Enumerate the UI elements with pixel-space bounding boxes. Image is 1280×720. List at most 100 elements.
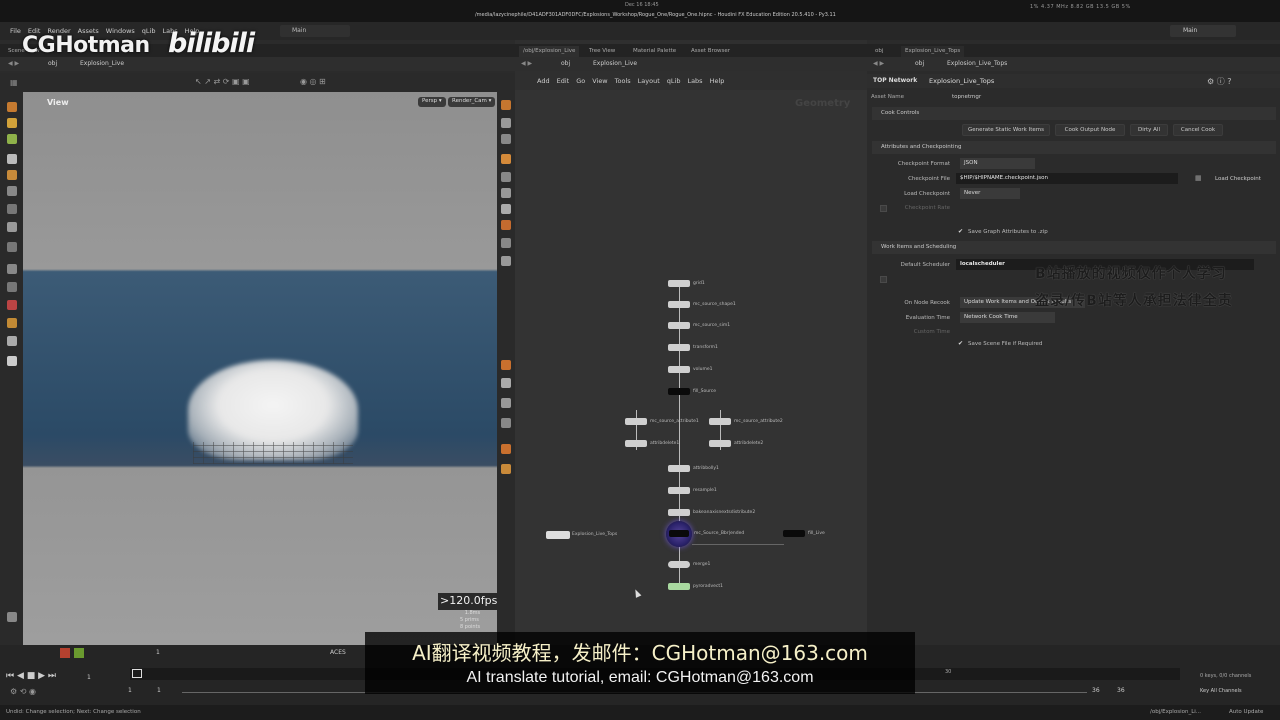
settings-icon[interactable] [7,612,17,622]
net-menu-qlib[interactable]: qLib [667,77,681,85]
bulb-icon[interactable] [501,188,511,198]
net-menu-help[interactable]: Help [710,77,725,85]
move-icon[interactable] [7,186,17,196]
range-start[interactable]: 1 [128,687,132,694]
attributes-section[interactable]: Attributes and Checkpointing [872,141,1276,154]
range-end[interactable]: 36 [1092,687,1100,694]
handle-tool-icon[interactable] [7,134,17,144]
tab-tree-view[interactable]: Tree View [585,46,619,57]
lock-icon[interactable] [7,170,17,180]
transform-tool-icon[interactable] [7,118,17,128]
camera-menu[interactable]: Render_Cam ▾ [448,97,496,107]
point-numbers-icon[interactable] [501,418,511,428]
node-box[interactable] [709,418,731,425]
evaluation-time-select[interactable]: Network Cook Time [960,312,1055,323]
net-path-node[interactable]: Explosion_Live [593,60,637,67]
grid-icon[interactable]: ▦ [10,78,18,87]
net-menu-go[interactable]: Go [576,77,585,85]
safe-area-icon[interactable] [501,134,511,144]
shading-icon[interactable] [501,154,511,164]
parm-path-obj[interactable]: obj [915,60,924,67]
node-box[interactable] [668,366,690,373]
generate-work-items-button[interactable]: Generate Static Work Items [962,124,1050,136]
pointer-icon[interactable] [7,154,17,164]
network-canvas[interactable]: Geometry [515,90,867,660]
tab-obj[interactable]: obj [871,46,887,57]
magnet-snap-icon[interactable] [7,300,17,310]
display-icon[interactable] [7,318,17,328]
net-menu-tools[interactable]: Tools [615,77,631,85]
shelf-set-selector[interactable]: Main [280,25,350,37]
display-options-icon[interactable] [501,100,511,110]
node-box[interactable] [668,301,690,308]
persp-menu[interactable]: Persp ▾ [418,97,446,107]
normals-icon[interactable] [501,378,511,388]
checkpoint-format-select[interactable]: JSON [960,158,1035,169]
node-box[interactable] [668,487,690,494]
frame-field[interactable]: 1 [156,649,160,656]
playback-controls-icon[interactable]: ⏮ ◀ ■ ▶ ⏭ [6,671,56,681]
ghost-icon[interactable] [501,238,511,248]
node-box[interactable] [668,583,690,590]
parm-path-node[interactable]: Explosion_Live_Tops [947,60,1007,67]
snap-icon[interactable] [7,242,17,252]
brush-icon[interactable] [7,204,17,214]
tab-network[interactable]: /obj/Explosion_Live [519,46,580,57]
node-name-field[interactable]: Explosion_Live_Tops [929,77,994,85]
node-box[interactable] [625,418,647,425]
node-box[interactable] [783,530,805,537]
net-menu-edit[interactable]: Edit [557,77,570,85]
node-box[interactable] [668,509,690,516]
viewer-options-icons[interactable]: ◉ ◎ ⊞ [300,77,326,86]
lock-camera-icon[interactable] [501,118,511,128]
node-box[interactable] [709,440,731,447]
back-arrow-icon[interactable]: ◀ ▶ [8,60,19,67]
cook-output-node-button[interactable]: Cook Output Node [1055,124,1125,136]
auto-update-button[interactable]: Auto Update [1229,709,1263,715]
node-box[interactable] [669,530,689,537]
render-icon[interactable] [7,336,17,346]
checkpoint-file-input[interactable]: $HIP/$HIPNAME.checkpoint.json [956,173,1178,184]
node-box[interactable] [668,561,690,568]
net-menu-layout[interactable]: Layout [638,77,660,85]
node-box[interactable] [668,280,690,287]
dirty-all-button[interactable]: Dirty All [1130,124,1168,136]
node-box[interactable] [546,531,570,539]
key-all-channels-button[interactable]: Key All Channels [1200,688,1242,694]
scheduler-override-checkbox[interactable] [880,276,887,283]
path-node[interactable]: Explosion_Live [80,60,124,67]
load-checkpoint-button[interactable]: Load Checkpoint [1215,176,1261,182]
points-icon[interactable] [501,204,511,214]
camera-icon[interactable] [7,264,17,274]
save-graph-checkbox-icon[interactable]: ✔ [958,228,963,235]
net-menu-labs[interactable]: Labs [687,77,702,85]
save-scene-checkbox-icon[interactable]: ✔ [958,340,963,347]
light-link-icon[interactable] [501,464,511,474]
playhead[interactable] [132,669,142,678]
lighting-icon[interactable] [501,172,511,182]
tab-material-palette[interactable]: Material Palette [629,46,680,57]
net-path-obj[interactable]: obj [561,60,570,67]
magnet-icon[interactable] [7,222,17,232]
range-icons[interactable]: ⚙ ⟲ ◉ [10,687,36,696]
tab-parm-node[interactable]: Explosion_Live_Tops [901,46,965,57]
load-checkpoint-select[interactable]: Never [960,188,1020,199]
viewer-tools-icons[interactable]: ↖ ↗ ⇄ ⟳ ▣ ▣ [195,77,250,86]
range-end2[interactable]: 36 [1117,687,1125,694]
net-menu-add[interactable]: Add [537,77,550,85]
record-icon[interactable] [60,648,70,658]
path-obj[interactable]: obj [48,60,57,67]
display-flag-icon[interactable] [74,648,84,658]
bg-icon[interactable] [501,444,511,454]
file-browse-icon[interactable]: ▦ [1195,174,1202,182]
node-box[interactable] [668,465,690,472]
tab-asset-browser[interactable]: Asset Browser [687,46,734,57]
cook-controls-section[interactable]: Cook Controls [872,107,1276,120]
node-box[interactable] [668,344,690,351]
template-icon[interactable] [501,256,511,266]
cancel-cook-button[interactable]: Cancel Cook [1173,124,1223,136]
current-frame[interactable]: 1 [87,674,91,681]
node-box[interactable] [668,322,690,329]
menu-file[interactable]: File [10,27,21,35]
texture-icon[interactable] [501,220,511,230]
